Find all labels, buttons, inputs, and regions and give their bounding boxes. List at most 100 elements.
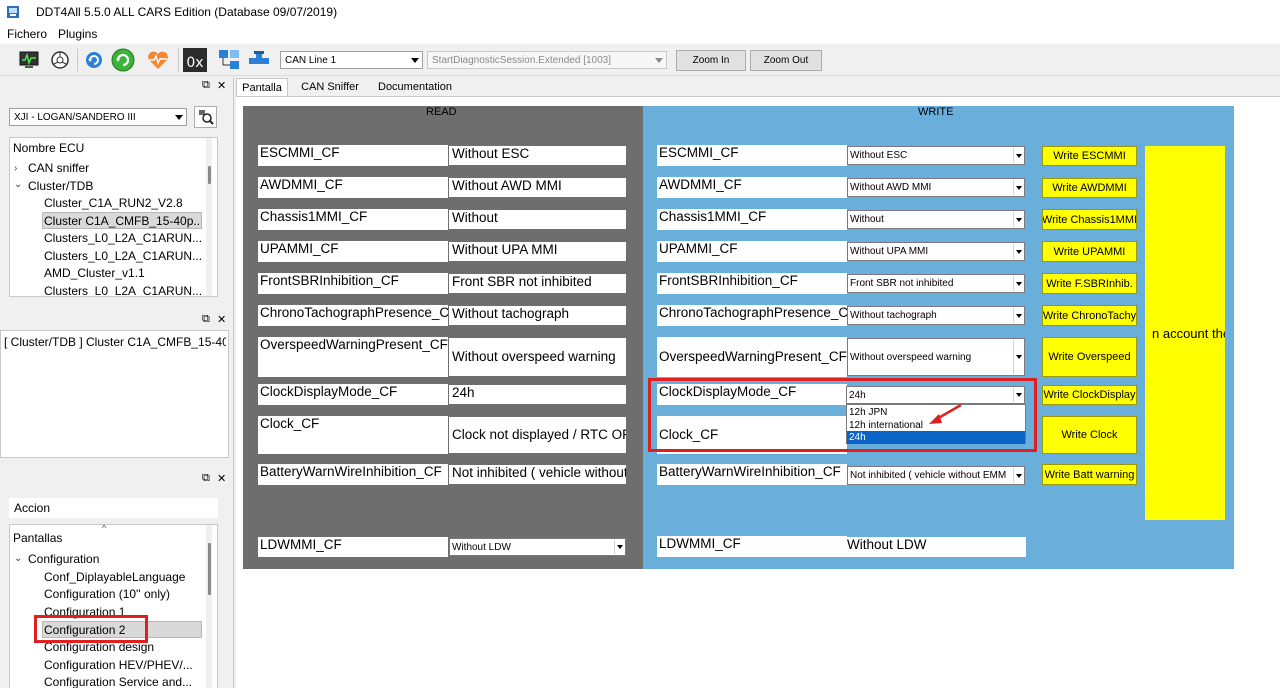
chevron-down-icon [1013, 244, 1023, 259]
chevron-down-icon [1013, 212, 1023, 227]
write-select[interactable]: Not inhibited ( vehicle without EMM [847, 466, 1025, 485]
menu-bar: Fichero Plugins [0, 24, 1280, 44]
screen-item[interactable]: Conf_DiplayableLanguage [44, 570, 185, 584]
chevron-down-icon [411, 58, 419, 63]
read-label: FrontSBRInhibition_CF [258, 273, 448, 294]
actions-header-label: Accion [14, 501, 51, 515]
write-select-value: Without tachograph [850, 310, 937, 321]
close-icon[interactable]: ✕ [217, 313, 226, 326]
read-label: Chassis1MMI_CF [258, 209, 448, 230]
scrollbar-thumb[interactable] [208, 543, 211, 595]
write-select[interactable]: Without overspeed warning [847, 338, 1025, 376]
selected-ecu-label[interactable]: [ Cluster/TDB ] Cluster C1A_CMFB_15-40 [4, 335, 226, 349]
chevron-down-icon [1013, 340, 1023, 374]
tree-item-ecu-selected[interactable]: Cluster C1A_CMFB_15-40p... [42, 212, 202, 229]
ldw-read-select[interactable]: Without LDW [449, 538, 626, 556]
write-label: UPAMMI_CF [657, 241, 847, 262]
session-select[interactable]: StartDiagnosticSession.Extended [1003] [427, 51, 667, 69]
monitor-icon[interactable] [16, 47, 42, 73]
write-header: WRITE [918, 106, 954, 118]
splitter[interactable] [233, 77, 234, 688]
ecu-tree: Nombre ECU › CAN sniffer ⌄ Cluster/TDB C… [9, 137, 218, 297]
actions-header: Accion [9, 498, 218, 518]
tree-item-ecu[interactable]: AMD_Cluster_v1.1 [44, 266, 145, 280]
write-button[interactable]: Write Batt warning [1042, 464, 1137, 485]
tab-documentation[interactable]: Documentation [372, 78, 458, 96]
write-select[interactable]: Without UPA MMI [847, 242, 1025, 261]
read-label: ChronoTachographPresence_CF [258, 305, 448, 326]
read-label: LDWMMI_CF [258, 537, 448, 557]
chevron-down-icon[interactable]: ⌄ [14, 553, 22, 564]
tree-item-cluster-tdb[interactable]: Cluster/TDB [28, 179, 93, 193]
chevron-down-icon [1013, 308, 1023, 323]
tab-can-sniffer[interactable]: CAN Sniffer [294, 78, 366, 96]
vehicle-select[interactable]: XJI - LOGAN/SANDERO III [9, 108, 187, 126]
refresh-blue-icon[interactable] [81, 47, 107, 73]
write-label: FrontSBRInhibition_CF [657, 273, 847, 294]
scrollbar[interactable] [206, 525, 212, 688]
write-button[interactable]: Write Chassis1MMI [1042, 209, 1137, 230]
screen-item[interactable]: Configuration (10'' only) [44, 587, 170, 601]
menu-fichero[interactable]: Fichero [7, 27, 47, 41]
hex-icon[interactable]: 0x [182, 47, 208, 73]
write-button[interactable]: Write UPAMMI [1042, 241, 1137, 262]
tree-item-ecu[interactable]: Cluster_C1A_RUN2_V2.8 [44, 196, 183, 210]
write-button[interactable]: Write Clock [1042, 416, 1137, 454]
sort-up-icon: ^ [102, 524, 107, 533]
network-icon[interactable] [216, 47, 242, 73]
scrollbar[interactable] [206, 138, 212, 296]
write-select-value: Without [850, 214, 884, 225]
search-ecu-button[interactable] [194, 106, 217, 128]
chevron-right-icon[interactable]: › [14, 163, 17, 174]
write-button[interactable]: Write Overspeed [1042, 337, 1137, 377]
tree-item-ecu[interactable]: Clusters_L0_L2A_C1ARUN... [44, 231, 202, 245]
write-button[interactable]: Write ESCMMI [1042, 146, 1137, 166]
float-icon[interactable]: ⧉ [202, 472, 210, 485]
screen-item[interactable]: Configuration HEV/PHEV/... [44, 658, 193, 672]
write-select[interactable]: Without ESC [847, 146, 1025, 165]
write-select[interactable]: Without tachograph [847, 306, 1025, 325]
write-button[interactable]: Write ChronoTachy [1042, 305, 1137, 326]
chevron-down-icon[interactable]: ⌄ [14, 179, 22, 190]
read-value: Without [449, 210, 626, 229]
float-icon[interactable]: ⧉ [202, 79, 210, 92]
highlight-box [34, 615, 148, 643]
chevron-down-icon [1013, 276, 1023, 291]
write-select[interactable]: Without AWD MMI [847, 178, 1025, 197]
tree-item-ecu[interactable]: Clusters_L0_L2A_C1ARUN... [44, 249, 202, 263]
close-icon[interactable]: ✕ [217, 79, 226, 92]
pipe-icon[interactable] [246, 47, 272, 73]
ecu-scan-icon[interactable] [47, 47, 73, 73]
zoom-in-button[interactable]: Zoom In [676, 50, 746, 71]
float-icon[interactable]: ⧉ [202, 313, 210, 326]
write-select[interactable]: Front SBR not inhibited [847, 274, 1025, 293]
zoom-out-button[interactable]: Zoom Out [750, 50, 822, 71]
heartbeat-icon[interactable] [145, 47, 171, 73]
vehicle-value: XJI - LOGAN/SANDERO III [14, 111, 136, 123]
tab-pantalla[interactable]: Pantalla [236, 78, 288, 96]
read-label: Clock_CF [258, 416, 448, 454]
write-button[interactable]: Write F.SBRInhib. [1042, 273, 1137, 294]
refresh-green-icon[interactable] [110, 47, 136, 73]
read-value: Not inhibited ( vehicle without [449, 465, 626, 484]
can-line-select[interactable]: CAN Line 1 [280, 51, 423, 69]
read-label: ESCMMI_CF [258, 145, 448, 166]
close-icon[interactable]: ✕ [217, 472, 226, 485]
tree-item-can-sniffer[interactable]: CAN sniffer [28, 161, 89, 175]
tree-item-configuration[interactable]: Configuration [28, 552, 99, 566]
read-value: 24h [449, 385, 626, 404]
write-button[interactable]: Write ClockDisplay [1042, 385, 1137, 405]
actions-panel-header: ⧉ ✕ [0, 470, 232, 488]
chevron-down-icon [1013, 148, 1023, 163]
side-yellow-button[interactable]: n account the [1145, 146, 1225, 520]
app-icon [6, 5, 20, 19]
screen-item[interactable]: Configuration Service and... [44, 675, 192, 688]
scrollbar-thumb[interactable] [208, 166, 211, 184]
write-select-value: Front SBR not inhibited [850, 278, 954, 289]
write-select-value: Without ESC [850, 150, 908, 161]
write-button[interactable]: Write AWDMMI [1042, 178, 1137, 198]
menu-plugins[interactable]: Plugins [58, 27, 97, 41]
write-select[interactable]: Without [847, 210, 1025, 229]
window-title: DDT4All 5.5.0 ALL CARS Edition (Database… [36, 5, 338, 19]
tree-item-ecu[interactable]: Clusters_L0_L2A_C1ARUN... [44, 284, 202, 296]
